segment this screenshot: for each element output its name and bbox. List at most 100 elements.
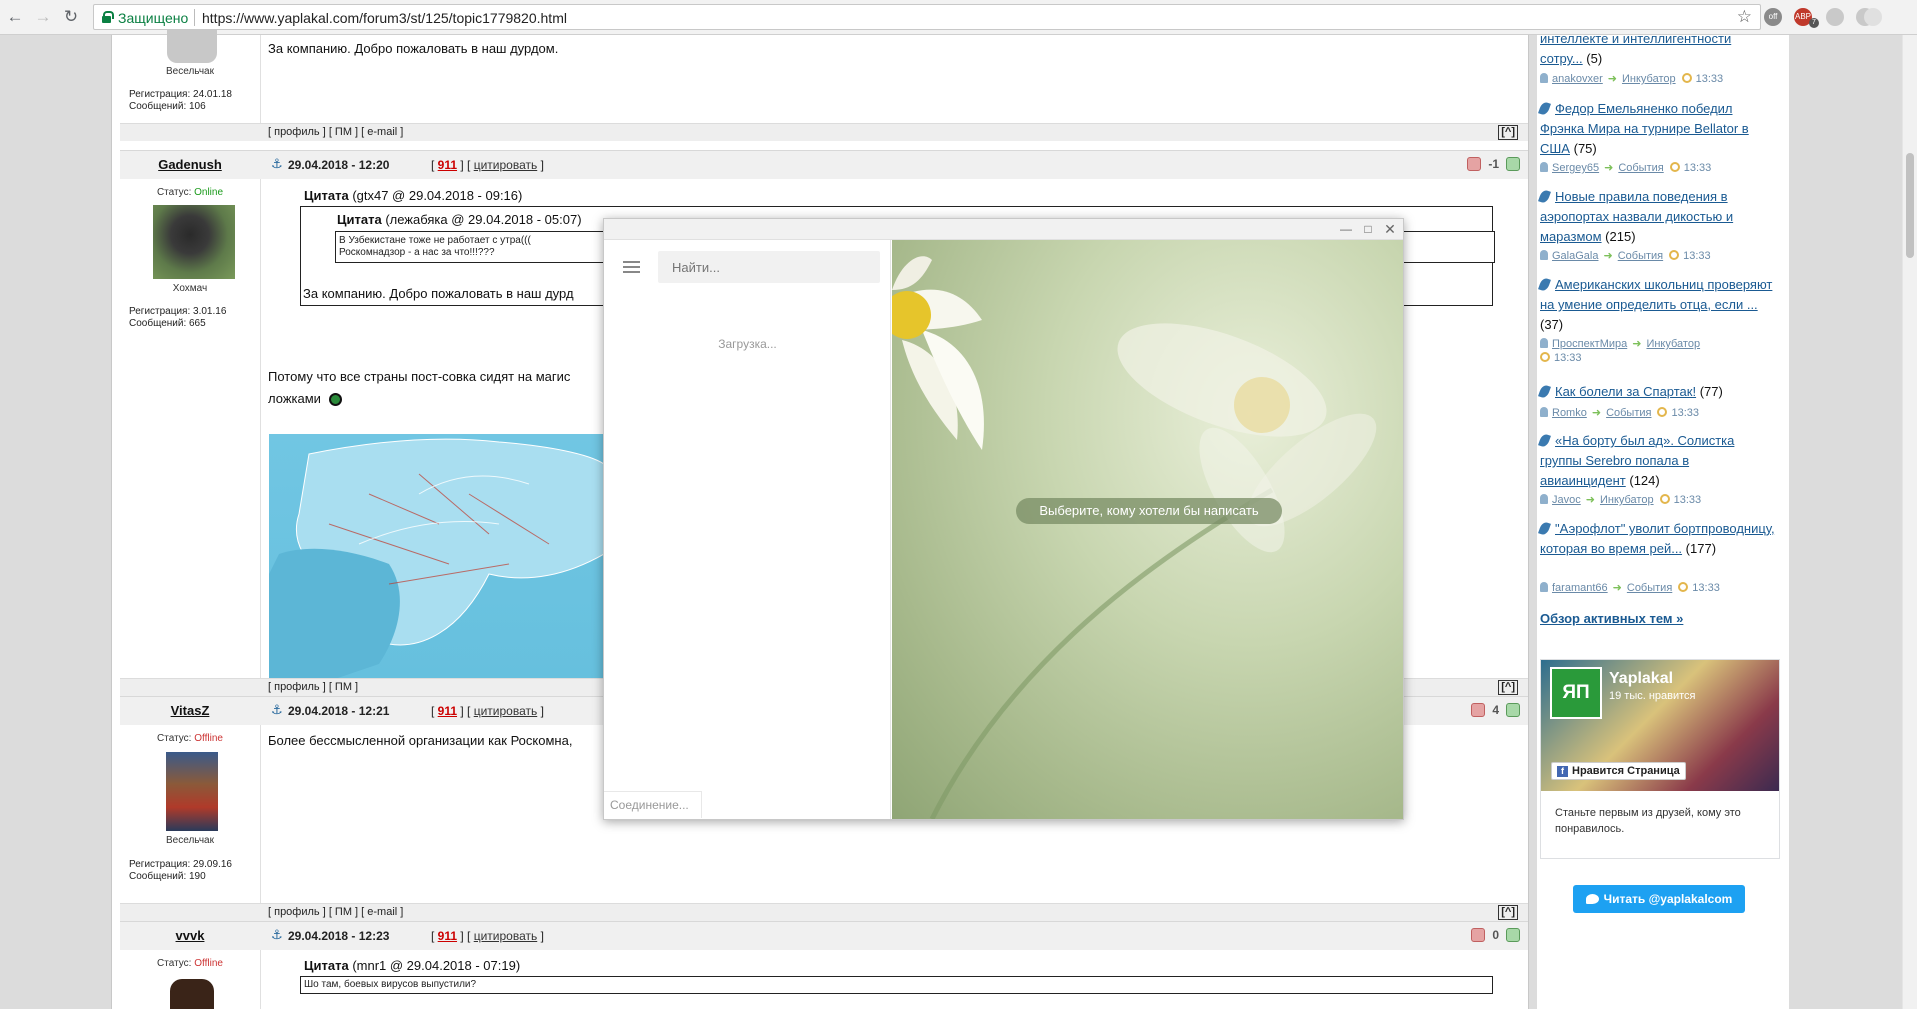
- rate-up-icon[interactable]: [1506, 157, 1520, 171]
- user-nick[interactable]: VitasZ: [120, 703, 260, 718]
- rate-down-icon[interactable]: [1471, 703, 1486, 717]
- facebook-cover[interactable]: ЯП Yaplakal 19 тыс. нравится f Нравится С…: [1541, 660, 1779, 791]
- choose-contact-hint: Выберите, кому хотели бы написать: [1016, 498, 1282, 524]
- minimize-icon[interactable]: —: [1338, 221, 1354, 237]
- report-911-link[interactable]: 911: [438, 704, 457, 718]
- quote-text: За компанию. Добро пожаловать в наш дурд: [303, 286, 574, 301]
- reload-icon[interactable]: ↻: [60, 6, 82, 28]
- menu-icon[interactable]: [623, 261, 640, 273]
- rate-up-icon[interactable]: [1506, 928, 1520, 942]
- report-911-link[interactable]: 911: [438, 929, 457, 943]
- clock-icon: [1669, 162, 1680, 172]
- topic-author[interactable]: GalaGala: [1552, 250, 1598, 262]
- facebook-like-button[interactable]: f Нравится Страница: [1551, 762, 1686, 780]
- topic-section[interactable]: События: [1606, 407, 1651, 419]
- url-separator: [194, 9, 195, 26]
- avatar[interactable]: [167, 29, 217, 63]
- anchor-icon[interactable]: ⚓: [271, 702, 283, 718]
- rating-value: 0: [1492, 928, 1499, 942]
- reg-date: Регистрация: 24.01.18: [129, 89, 232, 100]
- address-bar[interactable]: Защищено https://www.yaplakal.com/forum3…: [93, 4, 1761, 30]
- clock-icon: [1657, 407, 1668, 417]
- post-count: Сообщений: 106: [129, 101, 206, 112]
- topic-author[interactable]: ПроспектМира: [1552, 338, 1627, 350]
- close-icon[interactable]: ✕: [1382, 221, 1398, 237]
- topic-section[interactable]: Инкубатор: [1622, 73, 1676, 85]
- topic-section[interactable]: События: [1618, 250, 1663, 262]
- report-911-link[interactable]: 911: [438, 158, 457, 172]
- avatar[interactable]: [153, 205, 235, 279]
- scroll-top-button[interactable]: [^]: [1498, 125, 1518, 140]
- anchor-icon[interactable]: ⚓: [271, 927, 283, 943]
- status-label: Статус:: [157, 958, 192, 969]
- topic-author[interactable]: faramant66: [1552, 582, 1608, 594]
- post-links[interactable]: [ профиль ] [ ПМ ] [ e-mail ]: [268, 906, 403, 918]
- post-links[interactable]: [ профиль ] [ ПМ ]: [268, 681, 358, 693]
- post-links[interactable]: [ профиль ] [ ПМ ] [ e-mail ]: [268, 126, 403, 138]
- clock-icon: [1540, 352, 1550, 362]
- topic-section[interactable]: Инкубатор: [1600, 494, 1654, 506]
- scroll-top-button[interactable]: [^]: [1498, 905, 1518, 920]
- topic-count: (124): [1629, 473, 1660, 488]
- maximize-icon[interactable]: □: [1360, 221, 1376, 237]
- topic-item: Американских школьниц проверяют на умени…: [1538, 275, 1776, 335]
- quote-link[interactable]: цитировать: [474, 158, 538, 172]
- topic-time: 13:33: [1554, 352, 1582, 364]
- topic-author[interactable]: Romko: [1552, 407, 1587, 419]
- post-footer: [ профиль ] [ ПМ ] [ e-mail ] [^]: [120, 123, 1528, 141]
- forward-icon[interactable]: →: [32, 6, 54, 28]
- topic-link[interactable]: Федор Емельяненко победил Фрэнка Мира на…: [1540, 101, 1749, 156]
- topic-link[interactable]: Новые правила поведения в аэропортах наз…: [1540, 189, 1733, 244]
- forum-post: Весельчак Регистрация: 24.01.18 Сообщени…: [120, 29, 1528, 150]
- user-nick[interactable]: vvvk: [120, 928, 260, 943]
- scroll-top-button[interactable]: [^]: [1498, 680, 1518, 695]
- facebook-page-name[interactable]: Yaplakal: [1609, 670, 1673, 688]
- extension-icon[interactable]: off: [1764, 8, 1782, 26]
- user-status: Статус: Offline: [120, 733, 260, 744]
- secure-label: Защищено: [118, 10, 189, 26]
- twitter-label: Читать @yaplakalcom: [1603, 892, 1733, 906]
- topic-section[interactable]: Инкубатор: [1646, 338, 1700, 350]
- bookmark-star-icon[interactable]: ☆: [1737, 7, 1752, 27]
- anchor-icon[interactable]: ⚓: [271, 156, 283, 172]
- url-text[interactable]: https://www.yaplakal.com/forum3/st/125/t…: [202, 10, 567, 26]
- topic-link[interactable]: Как болели за Спартак!: [1555, 384, 1696, 399]
- smiley-icon: [328, 393, 342, 406]
- quote-link[interactable]: цитировать: [474, 704, 538, 718]
- rate-down-icon[interactable]: [1471, 928, 1486, 942]
- scrollbar-thumb[interactable]: [1906, 153, 1914, 258]
- messenger-titlebar[interactable]: — □ ✕: [604, 219, 1403, 240]
- avatar[interactable]: [170, 979, 214, 1009]
- topic-author[interactable]: anakovxer: [1552, 73, 1603, 85]
- topic-count: (5): [1586, 51, 1603, 66]
- topic-section[interactable]: События: [1627, 582, 1672, 594]
- page-scrollbar[interactable]: [1902, 35, 1917, 1009]
- map-illustration: [269, 438, 604, 681]
- back-icon[interactable]: ←: [4, 6, 26, 28]
- rate-up-icon[interactable]: [1506, 703, 1520, 717]
- arrow-right-icon: ➜: [1585, 494, 1595, 506]
- quote-link[interactable]: цитировать: [474, 929, 538, 943]
- reg-date: Регистрация: 3.01.16: [129, 306, 227, 317]
- avatar[interactable]: [166, 752, 218, 831]
- active-topics-overview-link[interactable]: Обзор активных тем »: [1540, 611, 1683, 626]
- extension-gray-icon[interactable]: [1826, 8, 1844, 26]
- quote-header: Цитата (gtx47 @ 29.04.2018 - 09:16): [304, 188, 522, 203]
- loading-text: Загрузка...: [718, 337, 777, 351]
- topic-author[interactable]: Sergey65: [1552, 162, 1599, 174]
- topic-time: 13:33: [1692, 582, 1720, 594]
- rate-down-icon[interactable]: [1467, 157, 1482, 171]
- topic-author[interactable]: Javoc: [1552, 494, 1581, 506]
- topic-link[interactable]: "Аэрофлот" уволит бортпроводницу, котора…: [1540, 521, 1775, 556]
- user-nick[interactable]: Gadenush: [120, 157, 260, 172]
- topic-count: (177): [1685, 541, 1717, 556]
- post-date: 29.04.2018 - 12:23: [288, 929, 390, 943]
- profile-icon[interactable]: [1864, 8, 1882, 26]
- twitter-follow-button[interactable]: Читать @yaplakalcom: [1573, 885, 1745, 913]
- topic-section[interactable]: События: [1618, 162, 1663, 174]
- contact-search-input[interactable]: [658, 251, 880, 283]
- post-image-map[interactable]: [269, 434, 604, 681]
- topic-link[interactable]: интеллекте и интеллигентности сотру...: [1540, 31, 1731, 66]
- topic-link[interactable]: Американских школьниц проверяют на умени…: [1540, 277, 1772, 312]
- user-rank: Весельчак: [166, 835, 214, 846]
